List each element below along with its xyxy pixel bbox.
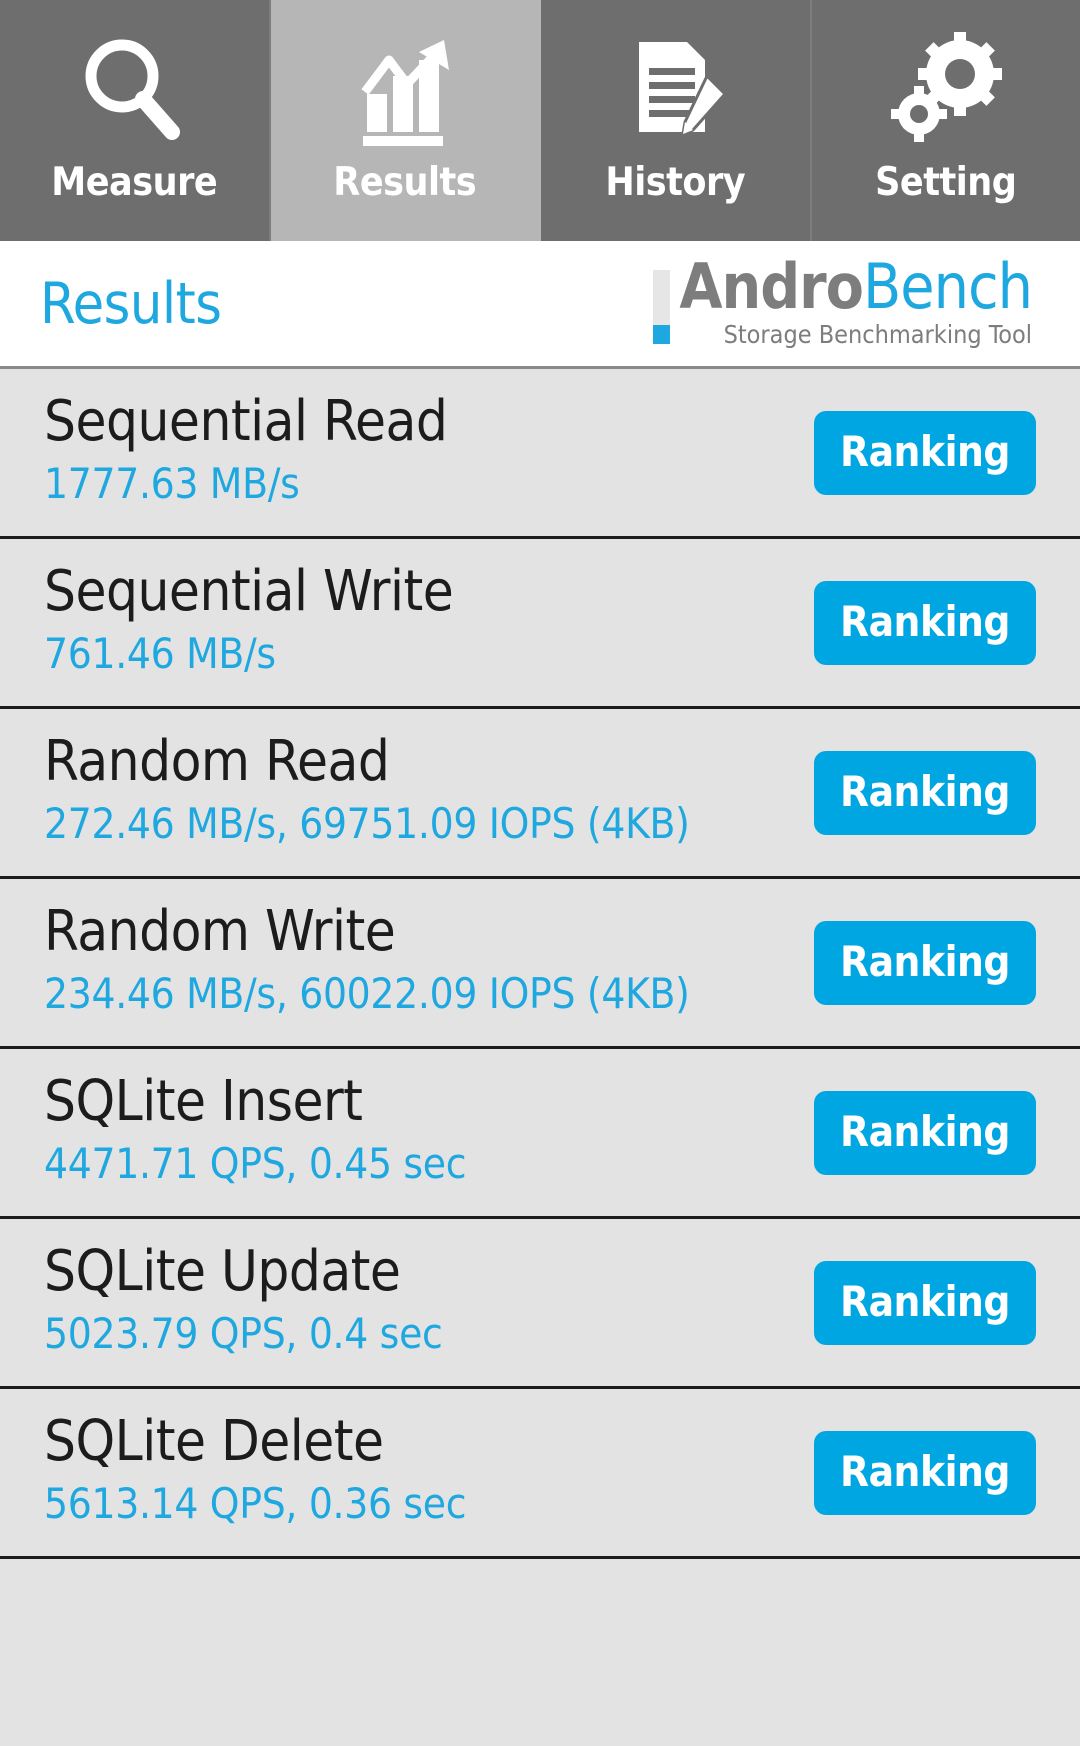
result-row: Sequential Read 1777.63 MB/s Ranking: [0, 369, 1080, 539]
result-value: 5613.14 QPS, 0.36 sec: [44, 1478, 467, 1528]
result-row-texts: Random Read 272.46 MB/s, 69751.09 IOPS (4…: [44, 728, 690, 853]
result-row-texts: SQLite Delete 5613.14 QPS, 0.36 sec: [44, 1408, 467, 1533]
tab-history[interactable]: History: [541, 0, 812, 241]
tab-setting-label: Setting: [875, 160, 1017, 205]
results-list: Sequential Read 1777.63 MB/s Ranking Sequen…: [0, 369, 1080, 1559]
page-title: Results: [40, 270, 222, 337]
logo-secondary-text: Bench: [863, 250, 1033, 324]
result-name: Sequential Write: [44, 558, 454, 624]
page-header: Results AndroBench Storage Benchmarking …: [0, 241, 1080, 369]
result-row: SQLite Insert 4471.71 QPS, 0.45 sec Rankin…: [0, 1049, 1080, 1219]
result-row: SQLite Delete 5613.14 QPS, 0.36 sec Rankin…: [0, 1389, 1080, 1559]
result-name: Sequential Read: [44, 388, 448, 454]
result-name: Random Write: [44, 898, 396, 964]
tab-measure-label: Measure: [51, 160, 218, 205]
result-row-texts: Random Write 234.46 MB/s, 60022.09 IOPS (…: [44, 898, 690, 1023]
logo-bar-icon: [653, 270, 671, 345]
ranking-button[interactable]: Ranking: [813, 1090, 1036, 1175]
result-value: 761.46 MB/s: [44, 628, 276, 678]
tab-measure[interactable]: Measure: [0, 0, 271, 241]
tab-history-label: History: [605, 160, 746, 205]
ranking-button[interactable]: Ranking: [813, 580, 1036, 665]
result-value: 272.46 MB/s, 69751.09 IOPS (4KB): [44, 798, 690, 848]
ranking-button[interactable]: Ranking: [813, 920, 1036, 1005]
result-name: Random Read: [44, 728, 390, 794]
tab-results[interactable]: Results: [270, 0, 541, 241]
result-row-texts: SQLite Insert 4471.71 QPS, 0.45 sec: [44, 1068, 467, 1193]
androbench-logo: AndroBench Storage Benchmarking Tool: [653, 256, 1040, 349]
result-value: 5023.79 QPS, 0.4 sec: [44, 1308, 443, 1358]
gears-icon: [886, 26, 1006, 154]
magnifier-icon: [74, 26, 194, 154]
logo-tagline: Storage Benchmarking Tool: [723, 319, 1032, 349]
result-name: SQLite Update: [44, 1238, 401, 1304]
result-value: 234.46 MB/s, 60022.09 IOPS (4KB): [44, 968, 690, 1018]
result-name: SQLite Delete: [44, 1408, 384, 1474]
bar-chart-arrow-icon: [345, 26, 465, 154]
result-row: Sequential Write 761.46 MB/s Ranking: [0, 539, 1080, 709]
ranking-button[interactable]: Ranking: [813, 1260, 1036, 1345]
result-row: Random Write 234.46 MB/s, 60022.09 IOPS (…: [0, 879, 1080, 1049]
result-name: SQLite Insert: [44, 1068, 363, 1134]
ranking-button[interactable]: Ranking: [813, 410, 1036, 495]
result-row-texts: Sequential Write 761.46 MB/s: [44, 558, 454, 683]
result-value: 1777.63 MB/s: [44, 458, 300, 508]
ranking-button[interactable]: Ranking: [813, 750, 1036, 835]
tab-setting[interactable]: Setting: [811, 0, 1080, 241]
result-row-texts: Sequential Read 1777.63 MB/s: [44, 388, 448, 513]
tab-results-label: Results: [333, 160, 477, 205]
result-row-texts: SQLite Update 5023.79 QPS, 0.4 sec: [44, 1238, 443, 1363]
logo-primary-text: Andro: [679, 250, 864, 324]
result-row: SQLite Update 5023.79 QPS, 0.4 sec Ranking: [0, 1219, 1080, 1389]
document-pencil-icon: [615, 26, 735, 154]
result-row: Random Read 272.46 MB/s, 69751.09 IOPS (4…: [0, 709, 1080, 879]
tab-bar: Measure Results History Setting: [0, 0, 1080, 241]
result-value: 4471.71 QPS, 0.45 sec: [44, 1138, 467, 1188]
ranking-button[interactable]: Ranking: [813, 1430, 1036, 1515]
